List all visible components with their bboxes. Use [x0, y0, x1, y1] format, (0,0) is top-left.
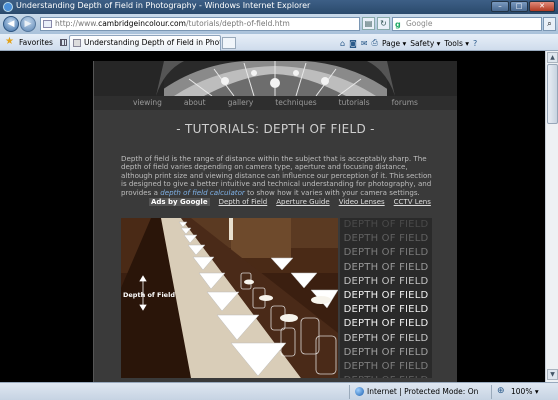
- page-icon: [43, 20, 52, 28]
- dof-sample-line: DEPTH OF FIELD: [343, 346, 429, 358]
- ad-link-aperture-guide[interactable]: Aperture Guide: [276, 198, 329, 206]
- intro-end: to show how it varies with your camera s…: [244, 187, 420, 197]
- safety-menu[interactable]: Safety ▾: [410, 39, 440, 48]
- nav-about[interactable]: about: [184, 96, 206, 110]
- browser-tab[interactable]: Understanding Depth of Field in Photogra…: [69, 35, 221, 51]
- depth-of-field-text-sample: DEPTH OF FIELD DEPTH OF FIELD DEPTH OF FIE…: [340, 218, 432, 378]
- search-placeholder: Google: [406, 19, 433, 28]
- depth-of-field-photo-label: Depth of Field: [123, 291, 175, 299]
- search-button[interactable]: ⌕: [543, 17, 556, 31]
- dof-sample-line: DEPTH OF FIELD: [343, 290, 429, 302]
- dof-sample-line: DEPTH OF FIELD: [343, 304, 429, 316]
- banner-ceiling-image: [94, 61, 457, 96]
- url-prefix: http://www.: [55, 19, 99, 28]
- new-tab-button[interactable]: [222, 37, 236, 49]
- zoom-dropdown-icon: ▾: [534, 387, 539, 396]
- print-icon[interactable]: ⎙: [372, 38, 378, 48]
- dof-sample-line: DEPTH OF FIELD: [343, 275, 429, 287]
- nav-techniques[interactable]: techniques: [275, 96, 316, 110]
- page-viewport: viewing about gallery techniques tutoria…: [0, 51, 545, 382]
- dof-sample-line: DEPTH OF FIELD: [343, 247, 429, 259]
- tools-menu[interactable]: Tools ▾: [444, 39, 469, 48]
- ad-links: Ads by Google Depth of Field Aperture Gu…: [149, 198, 431, 206]
- site-banner: [94, 61, 457, 96]
- url-domain: cambridgeincolour.com: [98, 19, 186, 28]
- close-button[interactable]: ✕: [529, 1, 555, 12]
- command-bar: ⌂ ◙ ✉ ⎙ Page ▾ Safety ▾ Tools ▾ ?: [340, 37, 477, 49]
- dof-sample-line: DEPTH OF FIELD: [343, 219, 429, 230]
- address-toolbar: ◀ ▶ http://www.cambridgeincolour.com/tut…: [0, 14, 558, 34]
- dof-sample-line: DEPTH OF FIELD: [343, 318, 429, 330]
- tab-title: Understanding Depth of Field in Photogra…: [84, 38, 220, 47]
- nav-forums[interactable]: forums: [392, 96, 418, 110]
- help-icon[interactable]: ?: [473, 39, 477, 48]
- compatibility-icon[interactable]: ▤: [362, 17, 375, 30]
- address-field[interactable]: http://www.cambridgeincolour.com/tutoria…: [40, 17, 360, 31]
- nav-tutorials[interactable]: tutorials: [339, 96, 370, 110]
- intro-paragraph: Depth of field is the range of distance …: [121, 154, 439, 197]
- site-nav: viewing about gallery techniques tutoria…: [94, 96, 457, 110]
- refresh-button[interactable]: ↻: [377, 17, 390, 30]
- ad-link-cctv-lens[interactable]: CCTV Lens: [394, 198, 431, 206]
- back-button[interactable]: ◀: [3, 16, 19, 32]
- scroll-thumb[interactable]: [547, 64, 558, 124]
- dof-sample-line: DEPTH OF FIELD: [340, 374, 432, 378]
- favorites-star-icon[interactable]: ★: [5, 37, 14, 47]
- favorites-bar: ★ Favorites Understanding Depth of Field…: [0, 34, 558, 51]
- status-separator: [349, 385, 350, 399]
- zoom-level[interactable]: 100% ▾: [511, 387, 539, 396]
- quick-tabs-icon[interactable]: [60, 39, 67, 46]
- search-input[interactable]: g Google: [392, 17, 542, 31]
- ad-link-video-lenses[interactable]: Video Lenses: [339, 198, 385, 206]
- dof-sample-line: DEPTH OF FIELD: [343, 332, 429, 344]
- minimize-button[interactable]: –: [491, 1, 509, 12]
- internet-zone-icon: [355, 387, 364, 396]
- dof-calculator-link[interactable]: depth of field calculator: [160, 188, 245, 197]
- ad-link-depth-of-field[interactable]: Depth of Field: [219, 198, 268, 206]
- title-bar: Understanding Depth of Field in Photogra…: [0, 0, 558, 14]
- google-icon: g: [395, 20, 401, 29]
- tab-page-icon: [73, 39, 81, 47]
- scroll-down-arrow[interactable]: ▼: [547, 369, 558, 380]
- main-content: - TUTORIALS: DEPTH OF FIELD - Depth of f…: [94, 110, 457, 382]
- scroll-up-arrow[interactable]: ▲: [547, 52, 558, 63]
- window-controls: – □ ✕: [491, 1, 555, 13]
- dining-table-photo: Depth of Field: [121, 218, 338, 378]
- home-icon[interactable]: ⌂: [340, 39, 345, 48]
- status-separator: [491, 385, 492, 399]
- page-heading: - TUTORIALS: DEPTH OF FIELD -: [176, 122, 375, 136]
- window-title: Understanding Depth of Field in Photogra…: [16, 1, 311, 10]
- site-page: viewing about gallery techniques tutoria…: [93, 61, 457, 382]
- favorites-button[interactable]: Favorites: [19, 38, 53, 47]
- status-bar: Internet | Protected Mode: On ⊕ 100% ▾: [0, 382, 558, 400]
- maximize-button[interactable]: □: [510, 1, 528, 12]
- ads-by-google-label[interactable]: Ads by Google: [149, 198, 210, 206]
- browser-window: Understanding Depth of Field in Photogra…: [0, 0, 558, 400]
- zoom-value: 100%: [511, 387, 533, 396]
- nav-gallery[interactable]: gallery: [228, 96, 254, 110]
- dof-sample-line: DEPTH OF FIELD: [343, 233, 429, 245]
- read-mail-icon[interactable]: ✉: [361, 39, 368, 48]
- dof-sample-line: DEPTH OF FIELD: [343, 361, 429, 373]
- nav-viewing[interactable]: viewing: [133, 96, 162, 110]
- security-zone-text[interactable]: Internet | Protected Mode: On: [367, 387, 478, 396]
- forward-button[interactable]: ▶: [20, 16, 36, 32]
- page-menu[interactable]: Page ▾: [382, 39, 406, 48]
- feeds-icon[interactable]: ◙: [349, 39, 357, 48]
- vertical-scrollbar[interactable]: ▲ ▼: [545, 51, 558, 382]
- dof-sample-line: DEPTH OF FIELD: [343, 261, 429, 273]
- ie-logo-icon: [3, 2, 13, 12]
- url-path: /tutorials/depth-of-field.htm: [185, 19, 290, 28]
- zoom-icon[interactable]: ⊕: [497, 386, 505, 396]
